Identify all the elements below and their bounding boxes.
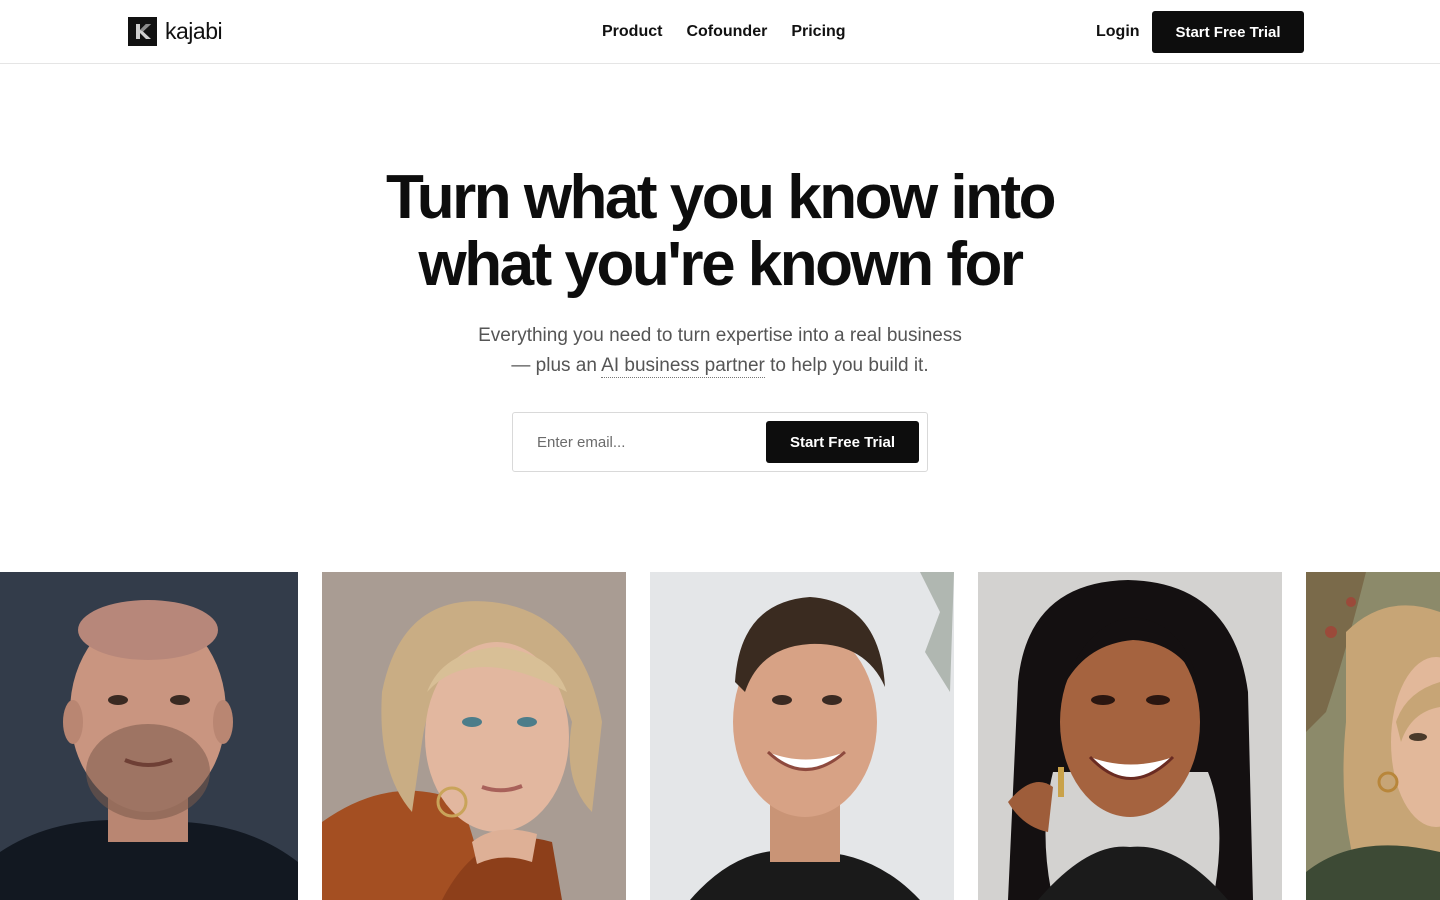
logo-wordmark: kajabi (165, 17, 223, 44)
top-navigation-bar: kajabi Product Cofounder Pricing Login S… (0, 0, 1440, 64)
signup-start-free-trial-button[interactable]: Start Free Trial (766, 421, 919, 463)
hero-subtitle-line-2: — plus an AI business partner to help yo… (0, 351, 1440, 381)
creator-photo-4 (978, 572, 1282, 900)
creator-photo-2 (322, 572, 626, 900)
subtitle-suffix: to help you build it. (770, 355, 929, 376)
kajabi-logo[interactable]: kajabi (128, 16, 223, 46)
start-free-trial-button[interactable]: Start Free Trial (1152, 11, 1304, 53)
ai-business-partner-link[interactable]: AI business partner (601, 355, 765, 378)
hero-title: Turn what you know into what you're know… (0, 164, 1440, 298)
hero-subtitle-line-1: Everything you need to turn expertise in… (478, 325, 962, 346)
nav-item-product[interactable]: Product (602, 23, 662, 41)
main-nav: Product Cofounder Pricing (602, 20, 846, 44)
hero-title-line-2: what you're known for (418, 230, 1024, 299)
hero-title-line-1: Turn what you know into (385, 163, 1057, 232)
email-signup-form: Start Free Trial (512, 412, 928, 472)
creator-photo-gallery (0, 572, 1440, 900)
hero-subtitle: Everything you need to turn expertise in… (0, 321, 1440, 381)
login-link[interactable]: Login (1096, 20, 1140, 44)
kajabi-logo-icon (128, 16, 157, 46)
creator-photo-1 (0, 572, 298, 900)
nav-item-cofounder[interactable]: Cofounder (686, 23, 767, 41)
creator-photo-3 (650, 572, 954, 900)
subtitle-prefix: — plus an (511, 355, 597, 376)
creator-photo-5 (1306, 572, 1440, 900)
nav-item-pricing[interactable]: Pricing (791, 23, 845, 41)
email-input[interactable] (514, 414, 762, 470)
